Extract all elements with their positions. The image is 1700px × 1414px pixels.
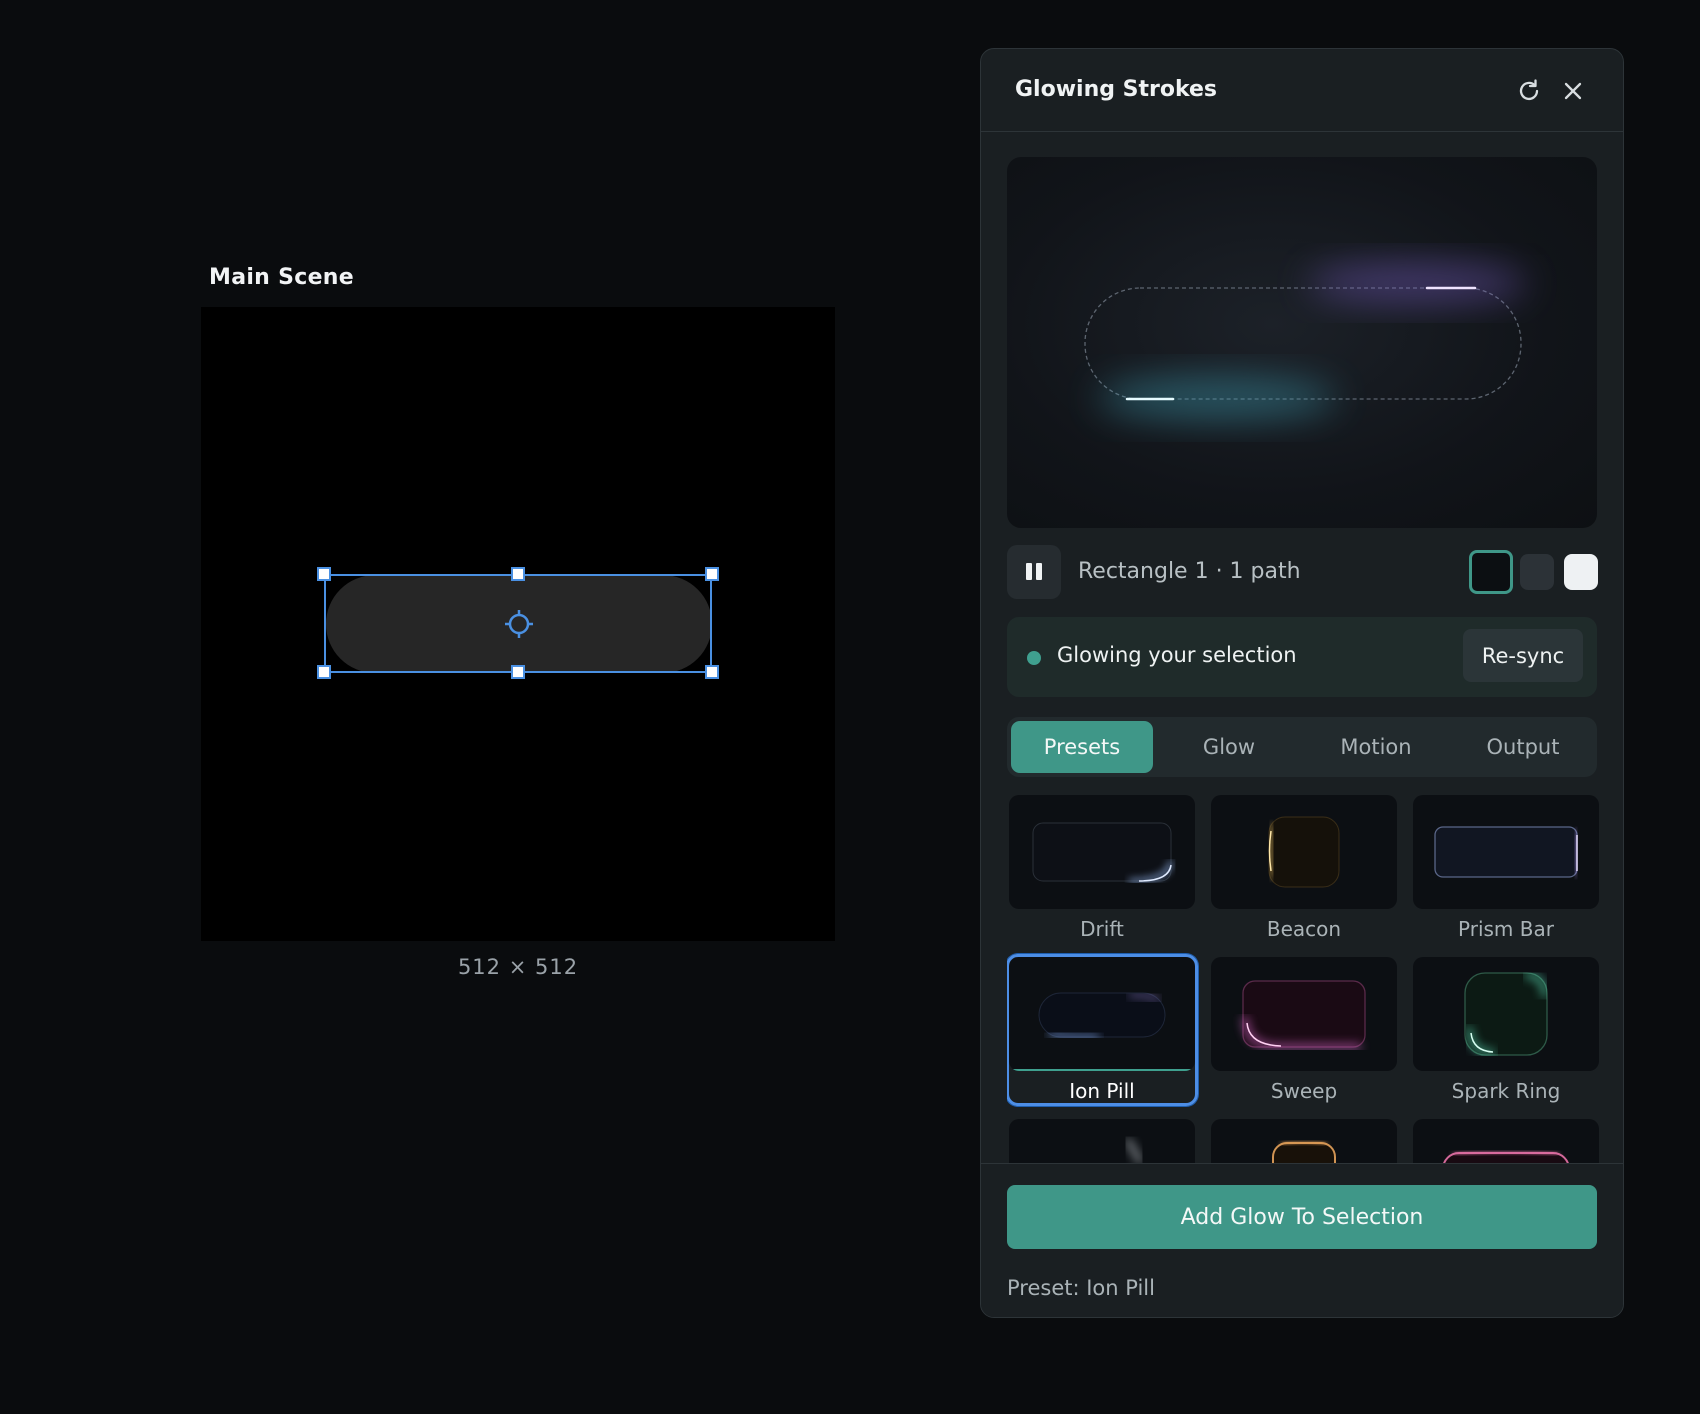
preset-label: Ion Pill	[1069, 1079, 1135, 1103]
scene-size-label: 512 × 512	[457, 955, 579, 979]
preset-thumb	[1413, 795, 1599, 909]
layer-info: Rectangle 1 · 1 path	[1078, 559, 1301, 584]
preset-label: Sweep	[1270, 1079, 1338, 1103]
resize-handle-bottom-left[interactable]	[317, 665, 331, 679]
pause-button[interactable]	[1007, 545, 1061, 599]
panel-title: Glowing Strokes	[1015, 77, 1218, 102]
preset-label: Prism Bar	[1458, 917, 1554, 941]
pivot-crosshair-icon[interactable]	[502, 607, 536, 641]
tab-motion[interactable]: Motion	[1305, 721, 1447, 773]
resize-handle-bottom-right[interactable]	[705, 665, 719, 679]
preset-preview	[1032, 822, 1173, 883]
panel-header: Glowing Strokes	[981, 49, 1623, 132]
preset-thumb	[1009, 795, 1195, 909]
preset-thumb	[1211, 957, 1397, 1071]
current-preset-label: Preset: Ion Pill	[1007, 1276, 1155, 1300]
resize-handle-top-right[interactable]	[705, 567, 719, 581]
preset-label: Spark Ring	[1451, 1079, 1561, 1103]
add-glow-button[interactable]: Add Glow To Selection	[1007, 1185, 1597, 1249]
preset-preview	[1434, 826, 1580, 878]
preset-thumb	[1211, 795, 1397, 909]
status-bar: Glowing your selection Re-sync	[1007, 617, 1597, 697]
preset-preview	[1272, 1139, 1336, 1163]
tab-presets[interactable]: Presets	[1011, 721, 1153, 773]
preset-grid[interactable]: Drift Beacon Prism Bar Ion Pill Sweep Sp…	[1007, 795, 1599, 1163]
preset-preview	[1267, 816, 1340, 888]
swatch-gray[interactable]	[1520, 554, 1554, 590]
swatch-light[interactable]	[1564, 554, 1598, 590]
tab-output[interactable]: Output	[1452, 721, 1594, 773]
tab-glow[interactable]: Glow	[1158, 721, 1300, 773]
scene-canvas[interactable]	[201, 307, 835, 941]
preset-thumb	[1211, 1119, 1397, 1163]
refresh-icon[interactable]	[1514, 76, 1544, 106]
preset-thumb	[1009, 1119, 1195, 1163]
resize-handle-bottom-center[interactable]	[511, 665, 525, 679]
preset-thumb	[1413, 957, 1599, 1071]
pause-icon-bar	[1036, 563, 1042, 580]
resize-handle-top-left[interactable]	[317, 567, 331, 581]
glowing-strokes-panel: Glowing Strokes Rectangle 1 · 1 path Glo…	[980, 48, 1624, 1318]
panel-footer: Add Glow To Selection Preset: Ion Pill	[981, 1163, 1623, 1317]
close-icon[interactable]	[1558, 76, 1588, 106]
preset-preview	[1464, 972, 1548, 1056]
resync-button[interactable]: Re-sync	[1463, 629, 1583, 682]
glow-preview	[1007, 157, 1597, 528]
tab-bar: Presets Glow Motion Output	[1007, 717, 1597, 777]
preset-preview	[1443, 1149, 1569, 1163]
pause-icon	[1026, 563, 1032, 580]
status-dot	[1027, 651, 1041, 665]
preset-preview	[1242, 980, 1366, 1050]
preset-label: Beacon	[1266, 917, 1342, 941]
scene-title: Main Scene	[209, 265, 354, 290]
status-text: Glowing your selection	[1057, 643, 1297, 667]
resize-handle-top-center[interactable]	[511, 567, 525, 581]
swatch-dark[interactable]	[1469, 550, 1513, 594]
preset-label: Drift	[1080, 917, 1124, 941]
preset-thumb	[1413, 1119, 1599, 1163]
preset-preview	[1124, 1137, 1144, 1163]
glow-preview-graphic	[1084, 263, 1527, 420]
